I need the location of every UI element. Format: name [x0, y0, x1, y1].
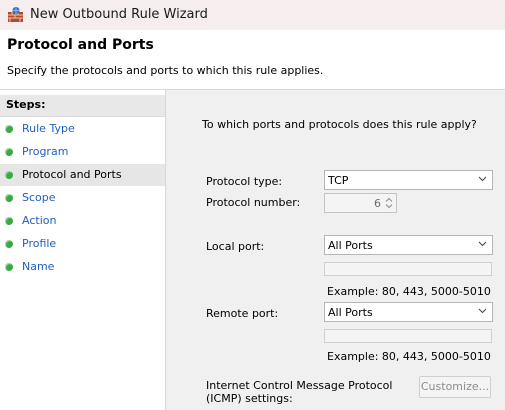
- chevron-down-icon: [478, 176, 487, 182]
- step-rule-type[interactable]: Rule Type: [0, 118, 165, 140]
- chevron-down-icon: [478, 308, 487, 314]
- window-title: New Outbound Rule Wizard: [30, 7, 208, 22]
- steps-pane: Steps: Rule Type Program Protocol and Po…: [0, 90, 166, 410]
- steps-heading-label: Steps:: [6, 98, 46, 111]
- content-pane: To which ports and protocols does this r…: [166, 90, 505, 410]
- step-name[interactable]: Name: [0, 256, 165, 278]
- step-label: Program: [22, 145, 69, 158]
- remote-port-dropdown[interactable]: All Ports: [324, 302, 493, 322]
- local-port-dropdown[interactable]: All Ports: [324, 235, 493, 255]
- step-label: Name: [22, 260, 55, 273]
- protocol-type-dropdown[interactable]: TCP: [324, 170, 493, 190]
- protocol-number-label: Protocol number:: [206, 196, 301, 209]
- step-label: Profile: [22, 237, 57, 250]
- step-bullet-icon: [5, 240, 13, 248]
- step-bullet-icon: [5, 171, 13, 179]
- title-bar: New Outbound Rule Wizard: [0, 0, 505, 30]
- step-protocol-and-ports[interactable]: Protocol and Ports: [0, 164, 165, 186]
- icmp-label-line1: Internet Control Message Protocol: [206, 379, 393, 392]
- remote-port-label: Remote port:: [206, 307, 279, 320]
- local-port-value: All Ports: [328, 239, 373, 252]
- protocol-type-label: Protocol type:: [206, 175, 283, 188]
- local-port-input[interactable]: [324, 262, 492, 276]
- step-bullet-icon: [5, 148, 13, 156]
- step-profile[interactable]: Profile: [0, 233, 165, 255]
- step-scope[interactable]: Scope: [0, 187, 165, 209]
- steps-heading: Steps:: [0, 95, 165, 117]
- firewall-rule-icon: [8, 6, 23, 22]
- step-bullet-icon: [5, 263, 13, 271]
- icmp-label-line2: (ICMP) settings:: [206, 392, 293, 405]
- protocol-number-value: 6: [374, 197, 381, 210]
- local-port-label: Local port:: [206, 240, 265, 253]
- page-subtitle: Specify the protocols and ports to which…: [7, 64, 324, 77]
- step-program[interactable]: Program: [0, 141, 165, 163]
- step-label: Action: [22, 214, 57, 227]
- customize-button[interactable]: Customize...: [419, 376, 491, 398]
- wizard-header: Protocol and Ports Specify the protocols…: [0, 30, 505, 90]
- page-title: Protocol and Ports: [7, 37, 154, 53]
- protocol-type-value: TCP: [328, 174, 349, 187]
- spin-arrows-icon[interactable]: [384, 196, 394, 210]
- step-bullet-icon: [5, 217, 13, 225]
- step-bullet-icon: [5, 194, 13, 202]
- remote-port-input[interactable]: [324, 329, 492, 343]
- chevron-down-icon: [478, 241, 487, 247]
- step-label: Rule Type: [22, 122, 75, 135]
- remote-port-value: All Ports: [328, 306, 373, 319]
- step-action[interactable]: Action: [0, 210, 165, 232]
- step-bullet-icon: [5, 125, 13, 133]
- step-label: Protocol and Ports: [22, 168, 122, 181]
- question-text: To which ports and protocols does this r…: [202, 118, 477, 131]
- step-label: Scope: [22, 191, 56, 204]
- protocol-number-stepper[interactable]: 6: [324, 193, 397, 213]
- local-port-example: Example: 80, 443, 5000-5010: [327, 285, 491, 298]
- remote-port-example: Example: 80, 443, 5000-5010: [327, 350, 491, 363]
